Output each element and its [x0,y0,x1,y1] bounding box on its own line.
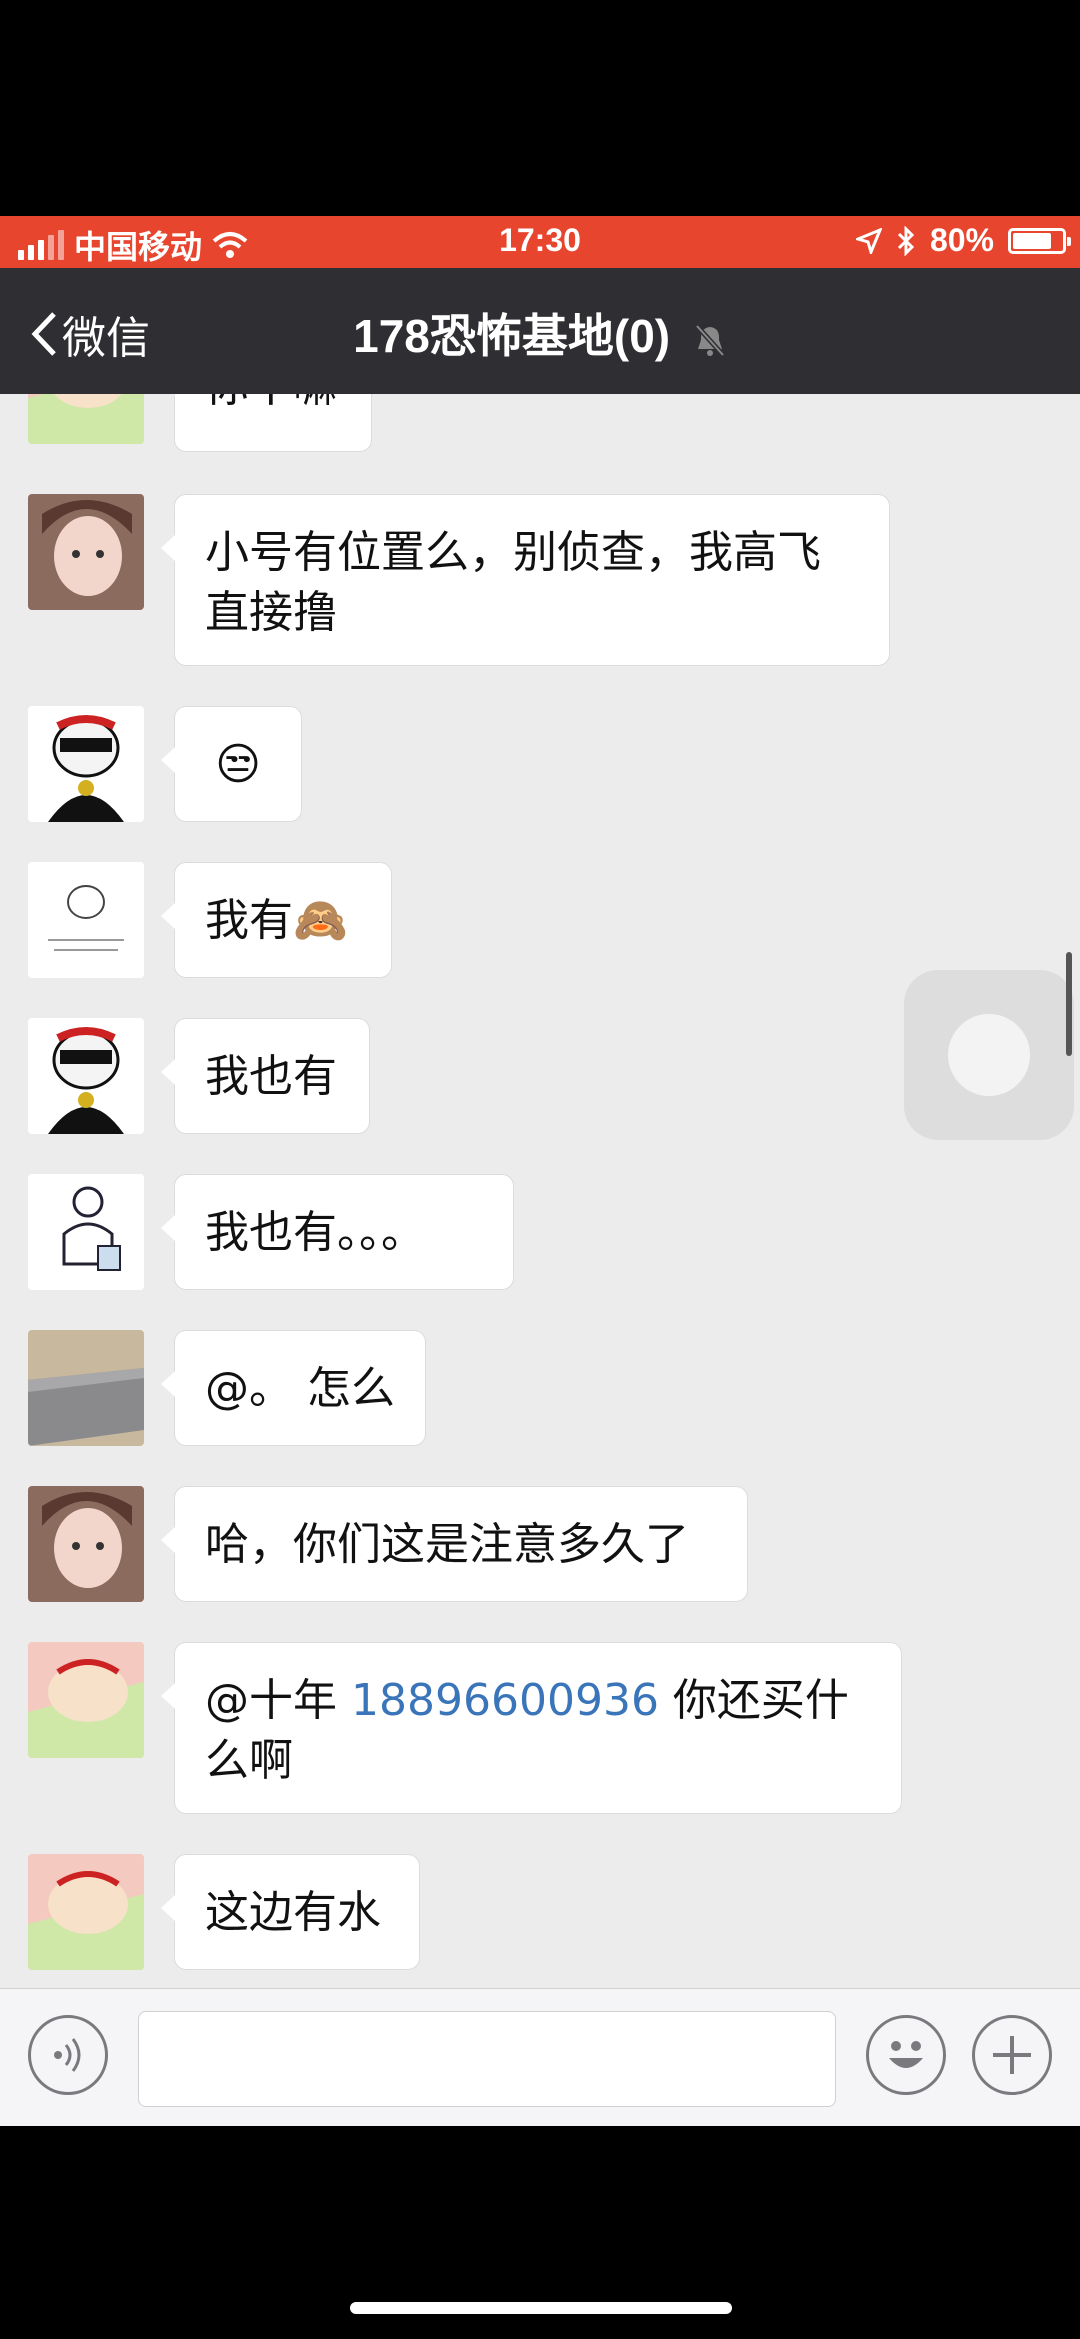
mention-text: @十年 [205,1675,351,1726]
message-bubble[interactable]: 小号有位置么，别侦查，我高飞 直接撸 [161,494,890,666]
message-bubble[interactable]: 我也有。。。 [161,1174,514,1290]
message-text: 你还买什 [658,1675,849,1726]
pig-sketch-avatar[interactable] [28,862,144,978]
scrollbar[interactable] [1066,952,1072,1056]
page-title: 178恐怖基地(0) [0,300,1080,366]
nav-bar: 微信 178恐怖基地(0) [0,268,1080,394]
girl-avatar[interactable] [28,1486,144,1602]
shinchan-avatar[interactable] [28,394,144,444]
voice-icon [54,2038,81,2072]
location-icon [855,227,882,254]
message-bubble[interactable]: @十年 18896600936 你还买什 么啊 [161,1642,902,1814]
bed-photo-avatar[interactable] [28,1330,144,1446]
emoji-button[interactable] [866,2015,946,2095]
assistive-touch-button[interactable] [904,970,1074,1140]
girl-avatar[interactable] [28,494,144,610]
input-bar [0,1988,1080,2127]
phone-link[interactable]: 18896600936 [351,1675,659,1726]
panda-avatar[interactable] [28,1018,144,1134]
message-bubble[interactable]: 😒 [161,706,302,822]
shinchan-avatar[interactable] [28,1854,144,1970]
add-button[interactable] [972,2015,1052,2095]
top-black-bezel [0,0,1080,216]
status-bar: 中国移动 17:30 80% [0,216,1080,268]
chat-area[interactable]: 你干嘛 小号有位置么，别侦查，我高飞 直接撸 😒 我有🙈 我也有 我也有。。。 [0,394,1080,1988]
emoji-icon [889,2041,923,2068]
chat-title: 178恐怖基地(0) [353,310,671,362]
mute-bell-icon [695,324,725,357]
plus-icon [993,2036,1031,2074]
message-input[interactable] [138,2011,836,2107]
battery-percent: 80% [929,222,994,258]
panda-avatar[interactable] [28,706,144,822]
message-bubble[interactable]: 我有🙈 [161,862,392,978]
message-bubble[interactable]: 这边有水 [161,1854,420,1970]
message-bubble[interactable]: 哈，你们这是注意多久了 [161,1486,748,1602]
message-bubble[interactable]: @。 怎么 [161,1330,426,1446]
voice-button[interactable] [28,2015,108,2095]
message-text: 么啊 [205,1735,293,1786]
shinchan-avatar[interactable] [28,1642,144,1758]
battery-icon [1008,227,1071,254]
bluetooth-icon [897,225,915,256]
message-bubble[interactable]: 我也有 [161,1018,370,1134]
sketch-man-avatar[interactable] [28,1174,144,1290]
message-bubble[interactable]: 你干嘛 [161,394,372,452]
home-indicator[interactable] [350,2302,732,2314]
